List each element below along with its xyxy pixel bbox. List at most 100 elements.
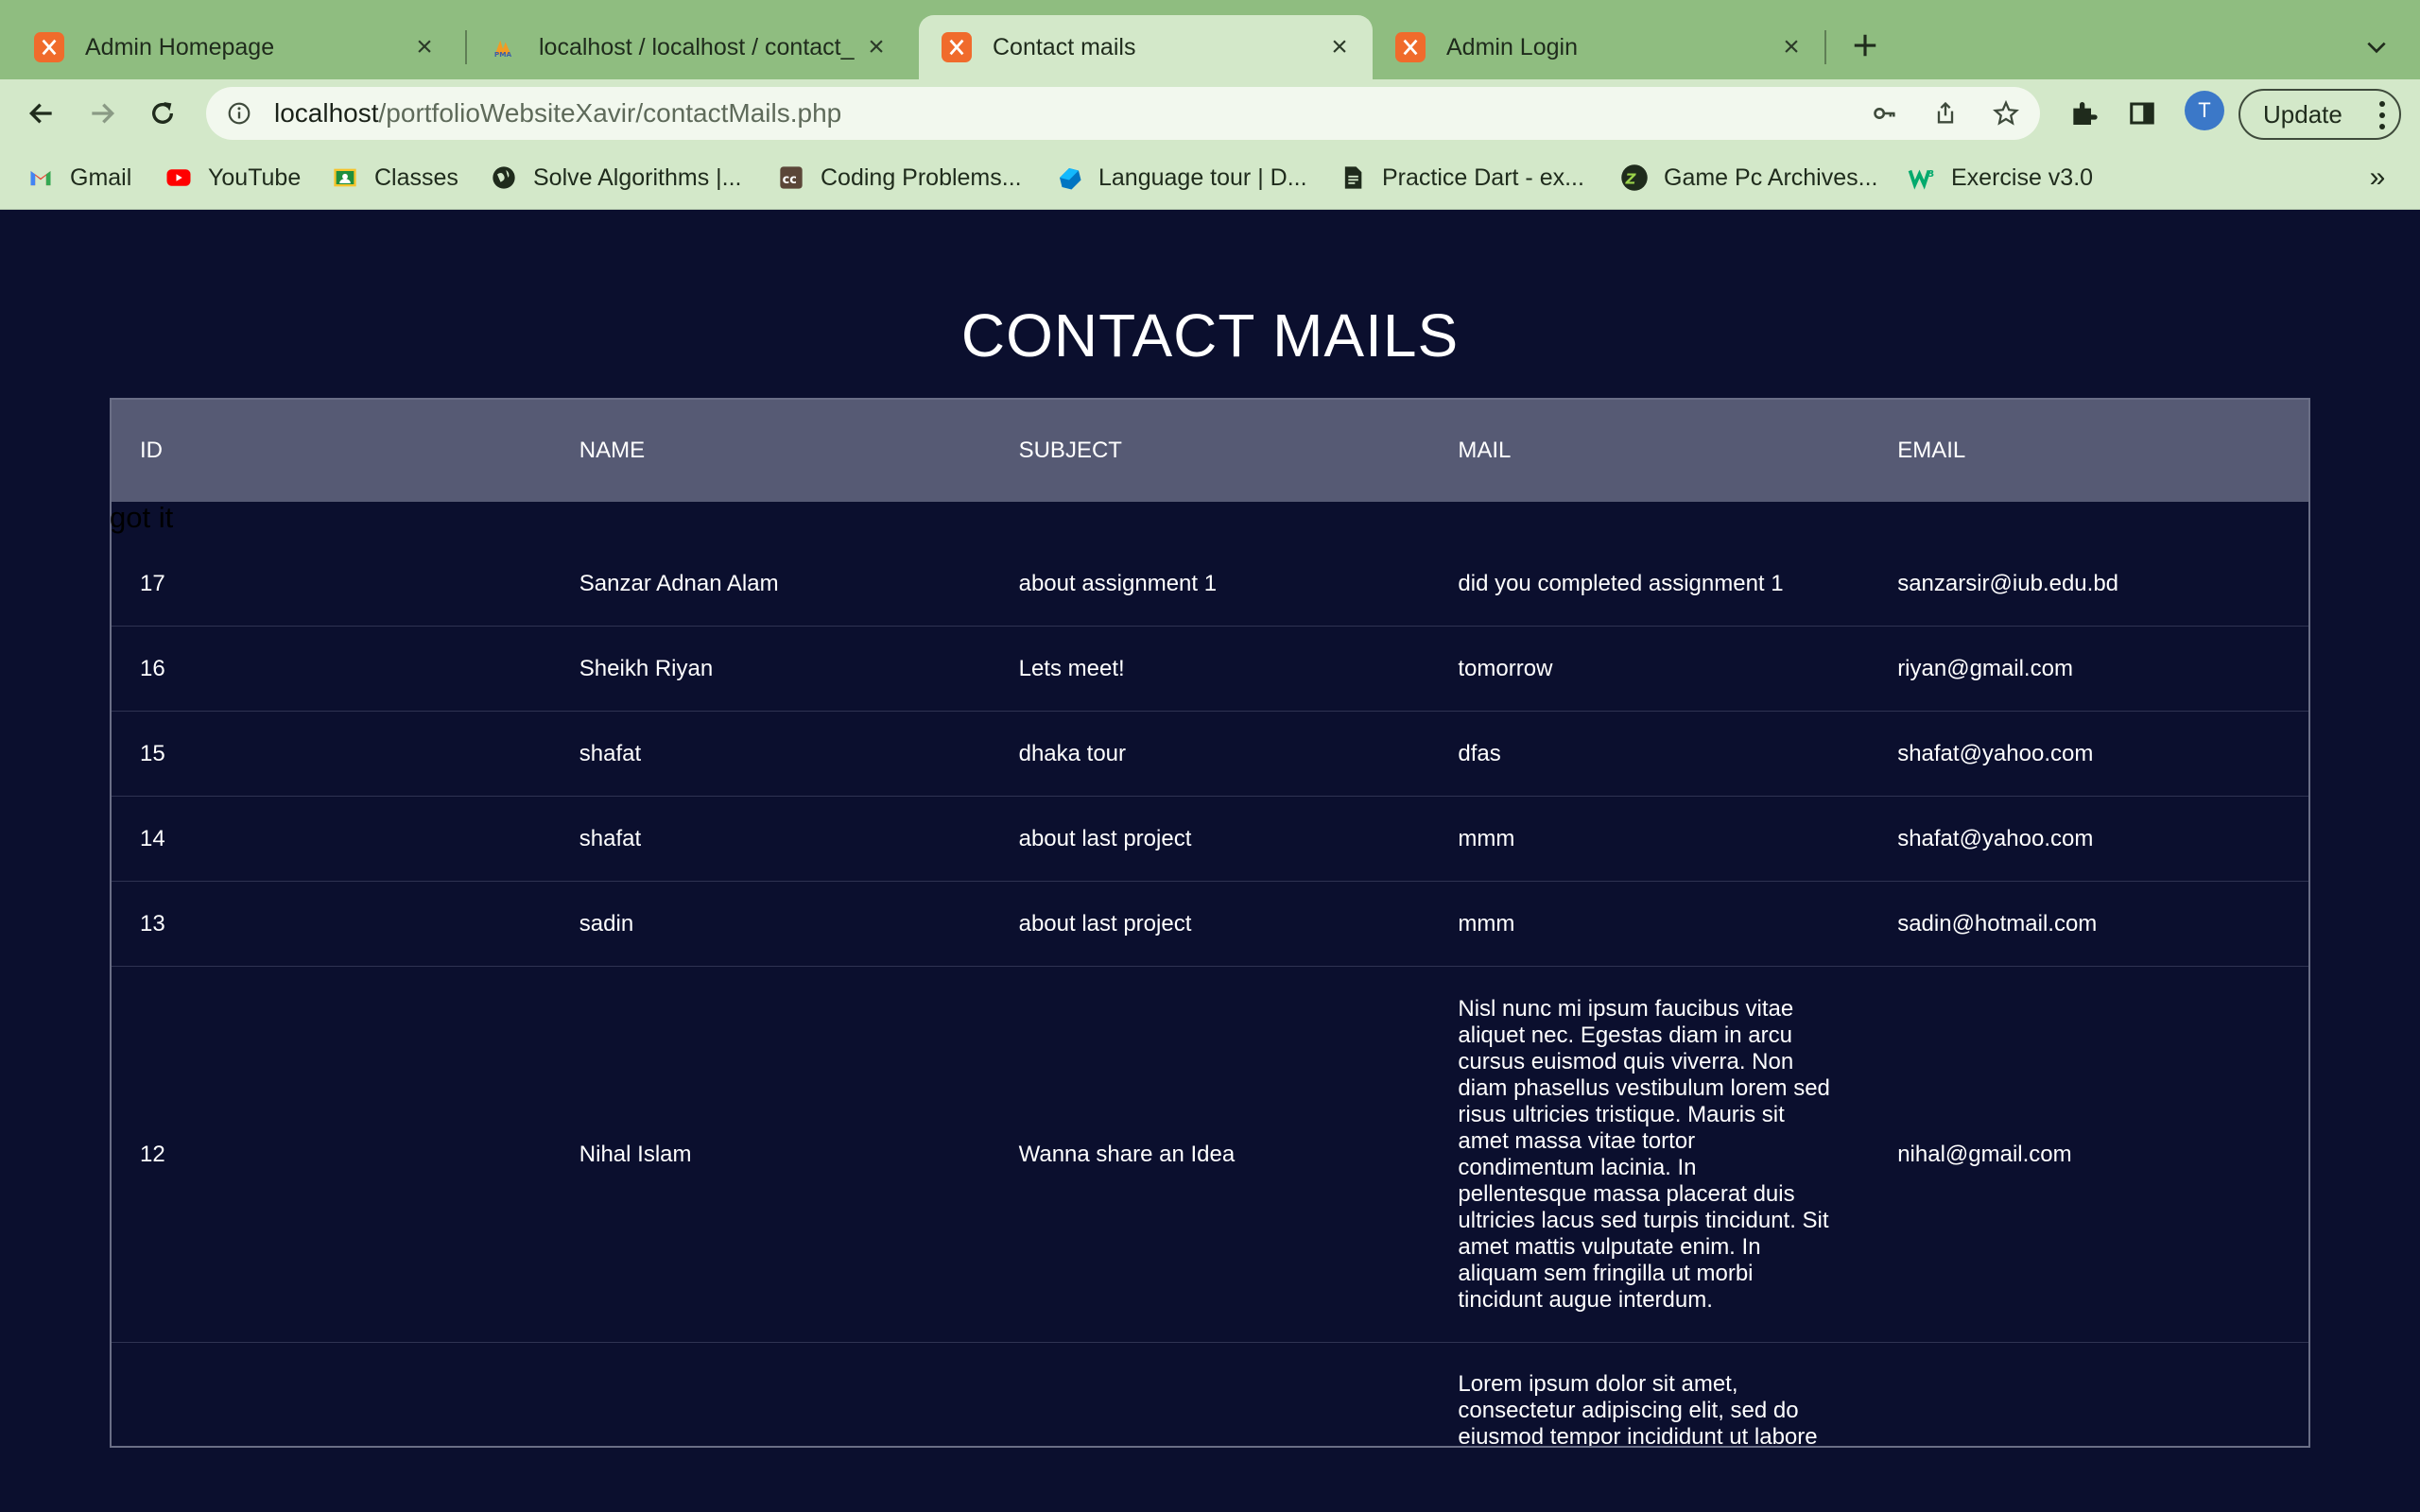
- page-title: CONTACT MAILS: [960, 301, 1460, 369]
- cell-email: shafat@yahoo.com: [1897, 825, 2094, 851]
- close-icon[interactable]: ×: [1325, 31, 1354, 62]
- cell-subject: Lets meet!: [1018, 655, 1125, 681]
- bookmark-exercise[interactable]: 3 Exercise v3.0: [1908, 161, 2093, 195]
- classroom-icon: [331, 163, 359, 192]
- tab-separator: [1824, 30, 1826, 64]
- cell-mail: did you completed assignment 1: [1458, 570, 1784, 596]
- cell-subject: about last project: [1018, 825, 1192, 851]
- table-body: 17 Sanzar Adnan Alam about assignment 1 …: [112, 541, 2308, 1448]
- stray-text: got it: [110, 501, 174, 534]
- svg-text:cc: cc: [783, 173, 797, 187]
- cell-id: 12: [140, 1141, 165, 1167]
- cell-subject: Wanna share an Idea: [1018, 1141, 1236, 1167]
- new-tab-button[interactable]: [1846, 26, 1884, 64]
- bookmark-language-tour[interactable]: Language tour | D...: [1055, 161, 1307, 195]
- bookmark-classes[interactable]: Classes: [331, 161, 458, 195]
- phpmyadmin-icon: PMA: [488, 32, 518, 62]
- tab-search-button[interactable]: [2358, 28, 2395, 66]
- zz-icon: Z: [1620, 163, 1649, 192]
- back-button[interactable]: [21, 93, 62, 134]
- key-icon[interactable]: [1870, 98, 1900, 129]
- cell-id: 15: [140, 740, 165, 766]
- cell-email: sanzarsir@iub.edu.bd: [1897, 570, 2119, 596]
- column-header-name: NAME: [579, 438, 646, 463]
- forward-button[interactable]: [81, 93, 123, 134]
- share-icon[interactable]: [1930, 98, 1961, 129]
- url-host: localhost: [274, 98, 379, 128]
- xampp-icon: [1395, 32, 1426, 62]
- update-button[interactable]: Update: [2238, 89, 2401, 140]
- info-icon[interactable]: [225, 99, 253, 128]
- address-bar[interactable]: localhost/portfolioWebsiteXavir/contactM…: [206, 87, 2040, 140]
- tab-admin-homepage[interactable]: Admin Homepage ×: [0, 15, 458, 79]
- bookmark-solve-algorithms[interactable]: Solve Algorithms |...: [490, 161, 741, 195]
- arrow-left-icon: [28, 103, 52, 124]
- extensions-icon[interactable]: [2066, 96, 2100, 130]
- contact-mails-table: ID NAME SUBJECT MAIL EMAIL 17 Sanzar Adn…: [110, 398, 2310, 1448]
- cell-id: 14: [140, 825, 165, 851]
- column-header-subject: SUBJECT: [1018, 438, 1122, 463]
- tab-title: Admin Login: [1446, 33, 1578, 60]
- column-header-id: ID: [140, 438, 163, 463]
- profile-avatar[interactable]: T: [2185, 91, 2224, 130]
- tab-separator: [465, 30, 467, 64]
- xampp-icon: [34, 32, 64, 62]
- youtube-icon: [164, 163, 193, 192]
- tab-phpmyadmin[interactable]: PMA localhost / localhost / contact_ ×: [473, 15, 909, 79]
- cell-mail: mmm: [1458, 910, 1515, 936]
- cell-name: shafat: [579, 740, 642, 766]
- reload-button[interactable]: [142, 93, 183, 134]
- codechef-icon: cc: [777, 163, 805, 192]
- chevron-down-icon: [2367, 42, 2386, 54]
- cell-subject: dhaka tour: [1018, 740, 1127, 766]
- w3-icon: 3: [1908, 163, 1936, 192]
- bookmark-game-pc-archives[interactable]: Z Game Pc Archives...: [1620, 161, 1877, 195]
- side-panel-icon[interactable]: [2125, 96, 2159, 130]
- bookmark-label: Practice Dart - ex...: [1382, 163, 1584, 191]
- svg-text:PMA: PMA: [494, 50, 512, 58]
- table-row: 12 Nihal Islam Wanna share an Idea Nisl …: [112, 967, 2308, 1343]
- tab-contact-mails[interactable]: Contact mails ×: [919, 15, 1373, 79]
- bookmark-youtube[interactable]: YouTube: [164, 161, 301, 195]
- cell-name: sadin: [579, 910, 634, 936]
- bookmarks-overflow-icon[interactable]: »: [2363, 161, 2392, 195]
- cell-name: Sanzar Adnan Alam: [579, 570, 779, 596]
- table-row: 17 Sanzar Adnan Alam about assignment 1 …: [112, 541, 2308, 627]
- globe-icon: [490, 163, 518, 192]
- close-icon[interactable]: ×: [1777, 31, 1806, 62]
- column-header-email: EMAIL: [1897, 438, 1966, 463]
- close-icon[interactable]: ×: [410, 31, 439, 62]
- cell-email: sadin@hotmail.com: [1897, 910, 2098, 936]
- close-icon[interactable]: ×: [862, 31, 890, 62]
- tab-title: Admin Homepage: [85, 33, 275, 60]
- document-icon: [1339, 163, 1367, 192]
- reload-icon: [152, 102, 173, 124]
- cell-subject: about assignment 1: [1018, 570, 1218, 596]
- bookmark-label: Game Pc Archives...: [1664, 163, 1878, 191]
- cell-mail: dfas: [1458, 740, 1501, 766]
- update-label: Update: [2263, 99, 2342, 129]
- tab-admin-login[interactable]: Admin Login ×: [1373, 15, 1824, 79]
- table-row: 13 sadin about last project mmm sadin@ho…: [112, 882, 2308, 967]
- bookmark-practice-dart[interactable]: Practice Dart - ex...: [1339, 161, 1584, 195]
- bookmark-star-icon[interactable]: [1991, 98, 2021, 129]
- gmail-icon: [26, 163, 55, 192]
- plus-icon: [1854, 34, 1876, 57]
- xampp-icon: [942, 32, 972, 62]
- bookmark-coding-problems[interactable]: cc Coding Problems...: [777, 161, 1022, 195]
- cell-name: shafat: [579, 825, 642, 851]
- tab-strip: Admin Homepage × PMA localhost / localho…: [0, 0, 2420, 79]
- cell-email: nihal@gmail.com: [1897, 1141, 2072, 1167]
- cell-name: Sheikh Riyan: [579, 655, 714, 681]
- url-path: /portfolioWebsiteXavir/contactMails.php: [378, 98, 842, 128]
- arrow-right-icon: [92, 103, 115, 124]
- bookmark-label: Solve Algorithms |...: [533, 163, 742, 191]
- url-text[interactable]: localhost/portfolioWebsiteXavir/contactM…: [274, 98, 841, 129]
- bookmarks-bar: Gmail YouTube Classes Solve Algorithms |…: [0, 147, 2420, 210]
- cell-mail: Lorem ipsum dolor sit amet, consectetur …: [1458, 1371, 1818, 1448]
- cell-id: 17: [140, 570, 165, 596]
- browser-toolbar: localhost/portfolioWebsiteXavir/contactM…: [0, 79, 2420, 147]
- cell-email: shafat@yahoo.com: [1897, 740, 2094, 766]
- more-menu-icon[interactable]: [2378, 101, 2386, 129]
- bookmark-gmail[interactable]: Gmail: [26, 161, 131, 195]
